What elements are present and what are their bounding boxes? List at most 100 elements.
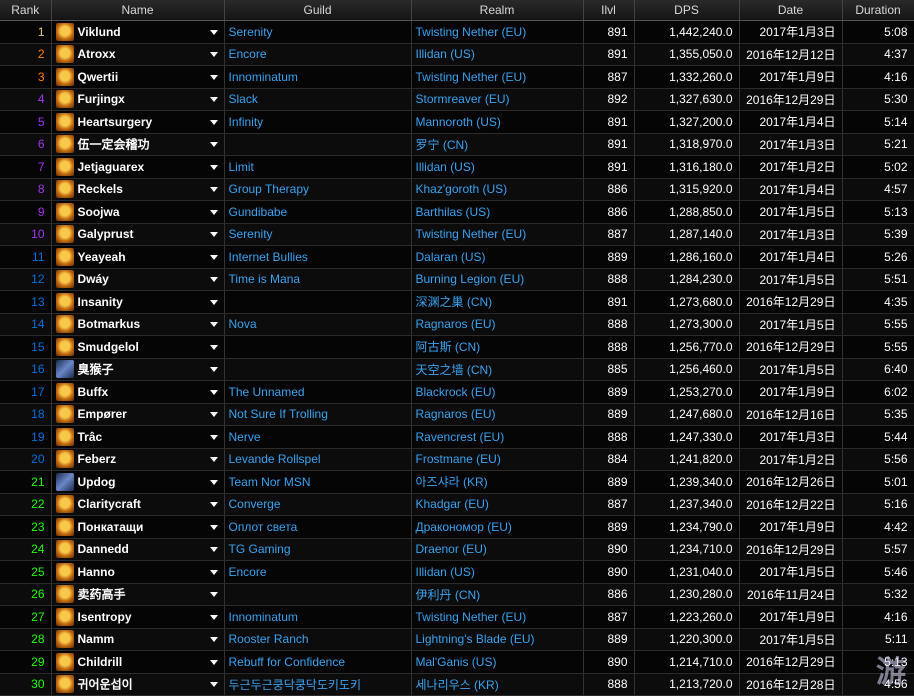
player-name-cell[interactable]: Childrill bbox=[51, 651, 224, 674]
table-row[interactable]: 3QwertiiInnominatumTwisting Nether (EU)8… bbox=[0, 66, 914, 89]
chevron-down-icon[interactable] bbox=[210, 435, 218, 440]
guild-link[interactable] bbox=[224, 133, 411, 156]
chevron-down-icon[interactable] bbox=[210, 322, 218, 327]
player-name-cell[interactable]: Qwertii bbox=[51, 66, 224, 89]
chevron-down-icon[interactable] bbox=[210, 367, 218, 372]
col-duration[interactable]: Duration bbox=[842, 0, 914, 21]
guild-link[interactable]: Оплот света bbox=[224, 516, 411, 539]
chevron-down-icon[interactable] bbox=[210, 502, 218, 507]
player-name-cell[interactable]: Dwáy bbox=[51, 268, 224, 291]
guild-link[interactable] bbox=[224, 583, 411, 606]
table-row[interactable]: 10GalyprustSerenityTwisting Nether (EU)8… bbox=[0, 223, 914, 246]
player-name-cell[interactable]: Viklund bbox=[51, 21, 224, 44]
player-name-cell[interactable]: 伍一定会稽功 bbox=[51, 133, 224, 156]
realm-link[interactable]: Mannoroth (US) bbox=[411, 111, 583, 134]
chevron-down-icon[interactable] bbox=[210, 187, 218, 192]
chevron-down-icon[interactable] bbox=[210, 480, 218, 485]
player-name-cell[interactable]: Botmarkus bbox=[51, 313, 224, 336]
chevron-down-icon[interactable] bbox=[210, 570, 218, 575]
realm-link[interactable]: Twisting Nether (EU) bbox=[411, 606, 583, 629]
chevron-down-icon[interactable] bbox=[210, 142, 218, 147]
table-row[interactable]: 25HannoEncoreIllidan (US)8901,231,040.02… bbox=[0, 561, 914, 584]
realm-link[interactable]: Khaz'goroth (US) bbox=[411, 178, 583, 201]
chevron-down-icon[interactable] bbox=[210, 300, 218, 305]
guild-link[interactable]: TG Gaming bbox=[224, 538, 411, 561]
chevron-down-icon[interactable] bbox=[210, 660, 218, 665]
player-name[interactable]: Dannedd bbox=[78, 542, 129, 556]
guild-link[interactable]: Time is Mana bbox=[224, 268, 411, 291]
guild-link[interactable]: Internet Bullies bbox=[224, 246, 411, 269]
guild-link[interactable]: Group Therapy bbox=[224, 178, 411, 201]
player-name-cell[interactable]: Empører bbox=[51, 403, 224, 426]
guild-link[interactable]: Infinity bbox=[224, 111, 411, 134]
table-row[interactable]: 19TrâcNerveRavencrest (EU)8881,247,330.0… bbox=[0, 426, 914, 449]
player-name[interactable]: Dwáy bbox=[78, 272, 109, 286]
realm-link[interactable]: Dalaran (US) bbox=[411, 246, 583, 269]
realm-link[interactable]: Дракономор (EU) bbox=[411, 516, 583, 539]
realm-link[interactable]: Stormreaver (EU) bbox=[411, 88, 583, 111]
chevron-down-icon[interactable] bbox=[210, 682, 218, 687]
chevron-down-icon[interactable] bbox=[210, 277, 218, 282]
player-name[interactable]: Updog bbox=[78, 475, 116, 489]
realm-link[interactable]: Twisting Nether (EU) bbox=[411, 223, 583, 246]
player-name[interactable]: Yeayeah bbox=[78, 250, 126, 264]
guild-link[interactable]: Serenity bbox=[224, 21, 411, 44]
guild-link[interactable]: Innominatum bbox=[224, 66, 411, 89]
guild-link[interactable]: Levande Rollspel bbox=[224, 448, 411, 471]
player-name[interactable]: Qwertii bbox=[78, 70, 119, 84]
player-name-cell[interactable]: Soojwa bbox=[51, 201, 224, 224]
player-name-cell[interactable]: Insanity bbox=[51, 291, 224, 314]
player-name[interactable]: Hanno bbox=[78, 565, 115, 579]
guild-link[interactable]: Slack bbox=[224, 88, 411, 111]
realm-link[interactable]: Lightning's Blade (EU) bbox=[411, 628, 583, 651]
player-name-cell[interactable]: Reckels bbox=[51, 178, 224, 201]
guild-link[interactable]: Converge bbox=[224, 493, 411, 516]
col-date[interactable]: Date bbox=[739, 0, 842, 21]
table-row[interactable]: 9SoojwaGundibabeBarthilas (US)8861,288,8… bbox=[0, 201, 914, 224]
guild-link[interactable] bbox=[224, 336, 411, 359]
chevron-down-icon[interactable] bbox=[210, 412, 218, 417]
table-row[interactable]: 24DanneddTG GamingDraenor (EU)8901,234,7… bbox=[0, 538, 914, 561]
player-name-cell[interactable]: Namm bbox=[51, 628, 224, 651]
player-name-cell[interactable]: Updog bbox=[51, 471, 224, 494]
col-rank[interactable]: Rank bbox=[0, 0, 51, 21]
player-name-cell[interactable]: Trâc bbox=[51, 426, 224, 449]
table-row[interactable]: 21UpdogTeam Nor MSN아즈샤라 (KR)8891,239,340… bbox=[0, 471, 914, 494]
chevron-down-icon[interactable] bbox=[210, 525, 218, 530]
chevron-down-icon[interactable] bbox=[210, 255, 218, 260]
realm-link[interactable]: 세나리우스 (KR) bbox=[411, 673, 583, 696]
player-name[interactable]: Empører bbox=[78, 407, 127, 421]
table-row[interactable]: 12DwáyTime is ManaBurning Legion (EU)888… bbox=[0, 268, 914, 291]
player-name-cell[interactable]: Claritycraft bbox=[51, 493, 224, 516]
table-row[interactable]: 30귀어운섭이두근두근쿵닥쿵닥도키도키세나리우스 (KR)8881,213,72… bbox=[0, 673, 914, 696]
chevron-down-icon[interactable] bbox=[210, 210, 218, 215]
player-name[interactable]: Claritycraft bbox=[78, 497, 141, 511]
guild-link[interactable]: Nova bbox=[224, 313, 411, 336]
table-row[interactable]: 5HeartsurgeryInfinityMannoroth (US)8911,… bbox=[0, 111, 914, 134]
guild-link[interactable]: Innominatum bbox=[224, 606, 411, 629]
table-row[interactable]: 23ПонкатащиОплот светаДракономор (EU)889… bbox=[0, 516, 914, 539]
realm-link[interactable]: 아즈샤라 (KR) bbox=[411, 471, 583, 494]
player-name[interactable]: Feberz bbox=[78, 452, 117, 466]
player-name-cell[interactable]: 臭猴子 bbox=[51, 358, 224, 381]
guild-link[interactable] bbox=[224, 291, 411, 314]
realm-link[interactable]: Draenor (EU) bbox=[411, 538, 583, 561]
player-name-cell[interactable]: Hanno bbox=[51, 561, 224, 584]
table-row[interactable]: 28NammRooster RanchLightning's Blade (EU… bbox=[0, 628, 914, 651]
table-row[interactable]: 17BuffxThe UnnamedBlackrock (EU)8891,253… bbox=[0, 381, 914, 404]
chevron-down-icon[interactable] bbox=[210, 120, 218, 125]
col-name[interactable]: Name bbox=[51, 0, 224, 21]
table-row[interactable]: 20FeberzLevande RollspelFrostmane (EU)88… bbox=[0, 448, 914, 471]
realm-link[interactable]: 阿古斯 (CN) bbox=[411, 336, 583, 359]
player-name-cell[interactable]: Yeayeah bbox=[51, 246, 224, 269]
table-row[interactable]: 29ChildrillRebuff for ConfidenceMal'Gani… bbox=[0, 651, 914, 674]
chevron-down-icon[interactable] bbox=[210, 615, 218, 620]
table-row[interactable]: 18EmpørerNot Sure If TrollingRagnaros (E… bbox=[0, 403, 914, 426]
table-row[interactable]: 8ReckelsGroup TherapyKhaz'goroth (US)886… bbox=[0, 178, 914, 201]
realm-link[interactable]: 伊利丹 (CN) bbox=[411, 583, 583, 606]
player-name-cell[interactable]: Furjingx bbox=[51, 88, 224, 111]
player-name[interactable]: Furjingx bbox=[78, 92, 125, 106]
player-name-cell[interactable]: Atroxx bbox=[51, 43, 224, 66]
player-name[interactable]: Galyprust bbox=[78, 227, 134, 241]
realm-link[interactable]: 深渊之巢 (CN) bbox=[411, 291, 583, 314]
